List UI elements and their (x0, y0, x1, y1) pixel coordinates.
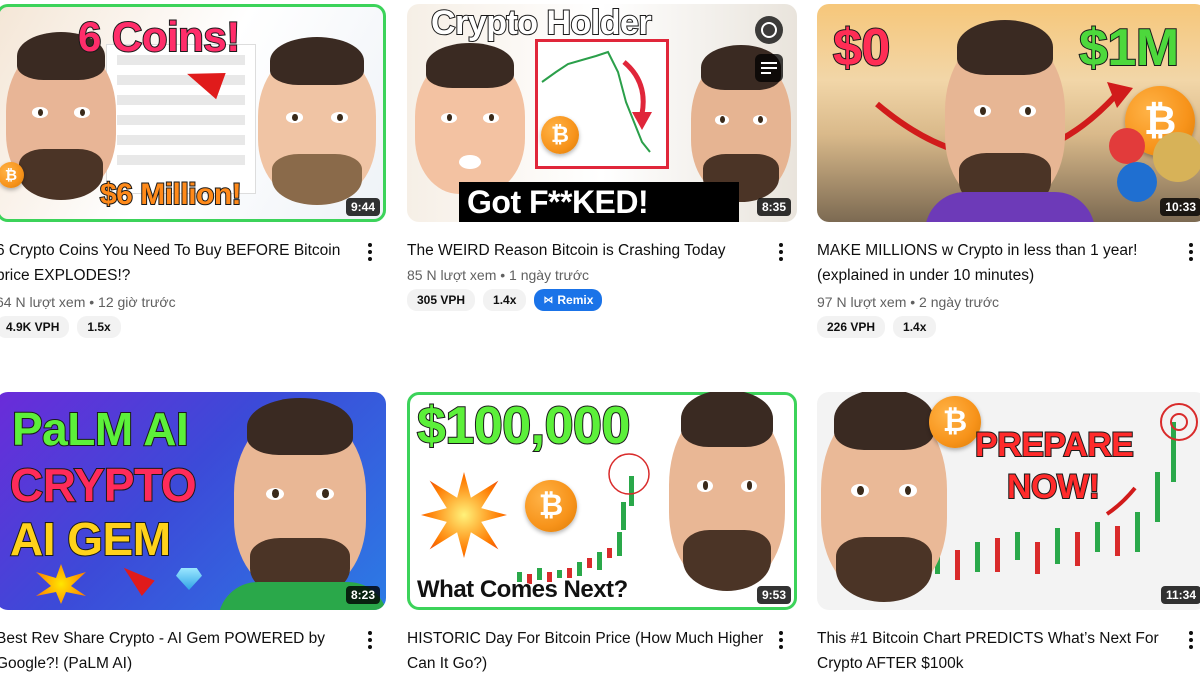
young-presenter-face (415, 42, 525, 194)
video-badges: 4.9K VPH 1.5x (0, 316, 354, 338)
video-card[interactable]: ₿ PREPARE NOW! 11:34 This #1 Bitcoin Cha… (817, 392, 1200, 675)
video-meta: MAKE MILLIONS w Crypto in less than 1 ye… (817, 222, 1200, 338)
presenter-face (945, 20, 1065, 211)
video-stats: 64 N lượt xem • 12 giờ trước (0, 294, 176, 310)
vph-badge: 226 VPH (817, 316, 886, 338)
explosion-icon (421, 472, 507, 558)
video-thumbnail[interactable]: ₿ PREPARE NOW! 11:34 (817, 392, 1200, 610)
more-options-icon[interactable] (362, 629, 378, 651)
vph-badge: 305 VPH (407, 289, 476, 311)
video-thumbnail[interactable]: 6 Coins! $6 Million! ₿ 9:44 (0, 4, 386, 222)
video-meta: 6 Crypto Coins You Need To Buy BEFORE Bi… (0, 222, 386, 338)
video-duration: 11:34 (1160, 586, 1200, 604)
bitcoin-icon: ₿ (929, 396, 981, 448)
multiplier-badge: 1.4x (893, 316, 937, 338)
more-options-icon[interactable] (1183, 241, 1199, 263)
video-duration: 10:33 (1160, 198, 1200, 216)
thumbnail-headline: $100,000 (416, 397, 631, 455)
video-thumbnail[interactable]: $100,000 ₿ What Comes Next? 9:53 (407, 392, 797, 610)
remix-button[interactable]: ⋈ Remix (534, 289, 603, 311)
video-stats: 97 N lượt xem • 2 ngày trước (817, 294, 1000, 310)
video-title[interactable]: The WEIRD Reason Bitcoin is Crashing Tod… (407, 238, 765, 263)
video-stats: 85 N lượt xem • 1 ngày trước (407, 267, 590, 283)
video-badges: 226 VPH 1.4x (817, 316, 1175, 338)
multiplier-badge: 1.5x (77, 316, 121, 338)
video-thumbnail[interactable]: PaLM AI CRYPTO AI GEM 8:23 (0, 392, 386, 610)
thumbnail-left-text: $0 (832, 19, 891, 77)
video-meta: Best Rev Share Crypto - AI Gem POWERED b… (0, 610, 386, 675)
thumbnail-headline: PaLM AI (11, 403, 190, 455)
thumbnail-headline: PREPARE (974, 426, 1135, 464)
presenter-face (821, 392, 947, 602)
video-title[interactable]: Best Rev Share Crypto - AI Gem POWERED b… (0, 626, 354, 675)
video-card[interactable]: ₿ Crypto Holder Got F**KED! 8:35 The WEI… (407, 4, 797, 311)
bitcoin-icon: ₿ (525, 480, 577, 532)
video-duration: 8:35 (756, 198, 791, 216)
thumbnail-middle-text: CRYPTO (9, 459, 198, 511)
presenter-shirt (925, 192, 1095, 222)
watch-later-clock-icon[interactable] (755, 16, 783, 44)
red-arrow-icon (117, 560, 155, 596)
video-duration: 8:23 (345, 586, 380, 604)
thumbnail-right-text: $1M (1078, 19, 1180, 77)
thumbnail-subheadline: NOW! (1006, 468, 1101, 506)
blue-coin-icon (1117, 162, 1157, 202)
presenter-face (669, 392, 785, 592)
video-title[interactable]: HISTORIC Day For Bitcoin Price (How Much… (407, 626, 765, 675)
thumbnail-headline: Crypto Holder (430, 4, 653, 42)
more-options-icon[interactable] (362, 241, 378, 263)
video-card[interactable]: $0 $1M ₿ 10:33 MAKE MILLIONS w Crypto in… (817, 4, 1200, 338)
more-options-icon[interactable] (773, 241, 789, 263)
doge-coin-icon (1153, 132, 1200, 182)
video-badges: 305 VPH 1.4x ⋈ Remix (407, 289, 765, 311)
thumbnail-subheadline: What Comes Next? (416, 576, 629, 603)
diamond-icon (176, 568, 202, 590)
more-options-icon[interactable] (773, 629, 789, 651)
video-card[interactable]: $100,000 ₿ What Comes Next? 9:53 HISTORI… (407, 392, 797, 675)
video-title[interactable]: MAKE MILLIONS w Crypto in less than 1 ye… (817, 238, 1175, 288)
avalanche-coin-icon (1109, 128, 1145, 164)
video-title[interactable]: This #1 Bitcoin Chart PREDICTS What’s Ne… (817, 626, 1175, 675)
starburst-icon (36, 564, 86, 604)
video-meta: The WEIRD Reason Bitcoin is Crashing Tod… (407, 222, 797, 311)
video-card[interactable]: 6 Coins! $6 Million! ₿ 9:44 6 Crypto Coi… (0, 4, 386, 338)
remix-label: Remix (557, 293, 594, 307)
add-to-queue-icon[interactable] (755, 54, 783, 82)
vph-badge: 4.9K VPH (0, 316, 70, 338)
more-options-icon[interactable] (1183, 629, 1199, 651)
thumbnail-headline: 6 Coins! (77, 13, 241, 60)
video-meta: This #1 Bitcoin Chart PREDICTS What’s Ne… (817, 610, 1200, 675)
video-card[interactable]: PaLM AI CRYPTO AI GEM 8:23 Best Rev Shar… (0, 392, 386, 675)
guest-face (258, 37, 376, 205)
video-meta: HISTORIC Day For Bitcoin Price (How Much… (407, 610, 797, 675)
video-title[interactable]: 6 Crypto Coins You Need To Buy BEFORE Bi… (0, 238, 354, 288)
bitcoin-icon: ₿ (0, 162, 24, 188)
thumbnail-subheadline: Got F**KED! (467, 184, 649, 220)
presenter-face (234, 397, 366, 600)
video-duration: 9:44 (345, 198, 380, 216)
coin-list-screenshot (106, 44, 256, 194)
thumbnail-bottom-text: AI GEM (9, 513, 172, 565)
video-thumbnail[interactable]: ₿ Crypto Holder Got F**KED! 8:35 (407, 4, 797, 222)
video-duration: 9:53 (756, 586, 791, 604)
remix-icon: ⋈ (543, 294, 554, 306)
thumbnail-subheadline: $6 Million! (99, 178, 243, 211)
bitcoin-icon: ₿ (541, 116, 579, 154)
multiplier-badge: 1.4x (483, 289, 527, 311)
video-thumbnail[interactable]: $0 $1M ₿ 10:33 (817, 4, 1200, 222)
